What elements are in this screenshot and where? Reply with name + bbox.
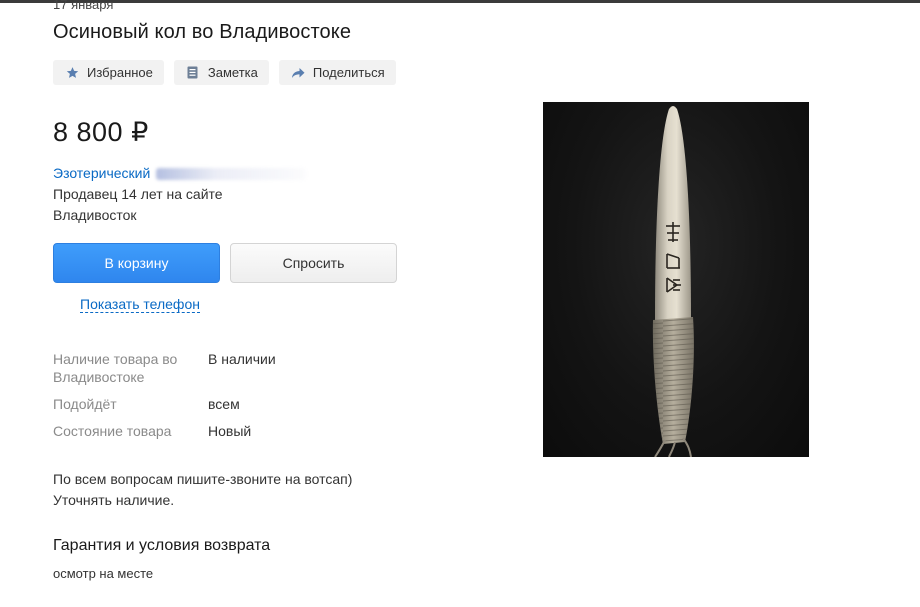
seller-link[interactable]: Эзотерический <box>53 163 307 184</box>
share-icon <box>291 66 305 80</box>
param-value: всем <box>208 396 240 412</box>
share-button[interactable]: Поделиться <box>278 60 396 85</box>
seller-since: Продавец 14 лет на сайте <box>53 186 223 202</box>
star-icon <box>65 66 79 80</box>
favorite-button[interactable]: Избранное <box>53 60 164 85</box>
seller-name: Эзотерический <box>53 165 151 181</box>
product-photo[interactable] <box>543 102 809 457</box>
guarantee-title: Гарантия и условия возврата <box>53 537 271 554</box>
action-bar: Избранное Заметка Поделиться <box>53 60 396 85</box>
seller-block: Эзотерический Продавец 14 лет на сайте В… <box>53 163 307 226</box>
wooden-stake-image <box>652 106 694 457</box>
price: 8 800 ₽ <box>53 117 149 147</box>
note-label: Заметка <box>207 65 258 80</box>
top-rule <box>0 0 920 3</box>
param-value: В наличии <box>208 351 276 367</box>
ask-button[interactable]: Спросить <box>230 243 397 283</box>
param-row: Наличие товара во Владивостоке В наличии <box>53 350 276 386</box>
seller-city: Владивосток <box>53 207 137 223</box>
param-row: Состояние товара Новый <box>53 422 276 440</box>
listing-date: 17 января <box>53 0 114 12</box>
note-button[interactable]: Заметка <box>173 60 269 85</box>
share-label: Поделиться <box>312 65 385 80</box>
description-line: Уточнять наличие. <box>53 492 175 508</box>
redacted-name <box>156 167 307 180</box>
param-row: Подойдёт всем <box>53 395 276 413</box>
favorite-label: Избранное <box>87 65 153 80</box>
guarantee-text: осмотр на месте <box>53 566 154 581</box>
param-key: Наличие товара во Владивостоке <box>53 351 178 385</box>
param-key: Состояние товара <box>53 423 172 439</box>
param-value: Новый <box>208 423 252 439</box>
params-list: Наличие товара во Владивостоке В наличии… <box>53 350 276 449</box>
show-phone-link[interactable]: Показать телефон <box>80 296 200 313</box>
add-to-cart-button[interactable]: В корзину <box>53 243 220 283</box>
note-icon <box>186 66 200 80</box>
page-title: Осиновый кол во Владивостоке <box>53 21 352 43</box>
param-key: Подойдёт <box>53 396 117 412</box>
description: По всем вопросам пишите-звоните на вотса… <box>53 469 352 511</box>
description-line: По всем вопросам пишите-звоните на вотса… <box>53 471 353 487</box>
